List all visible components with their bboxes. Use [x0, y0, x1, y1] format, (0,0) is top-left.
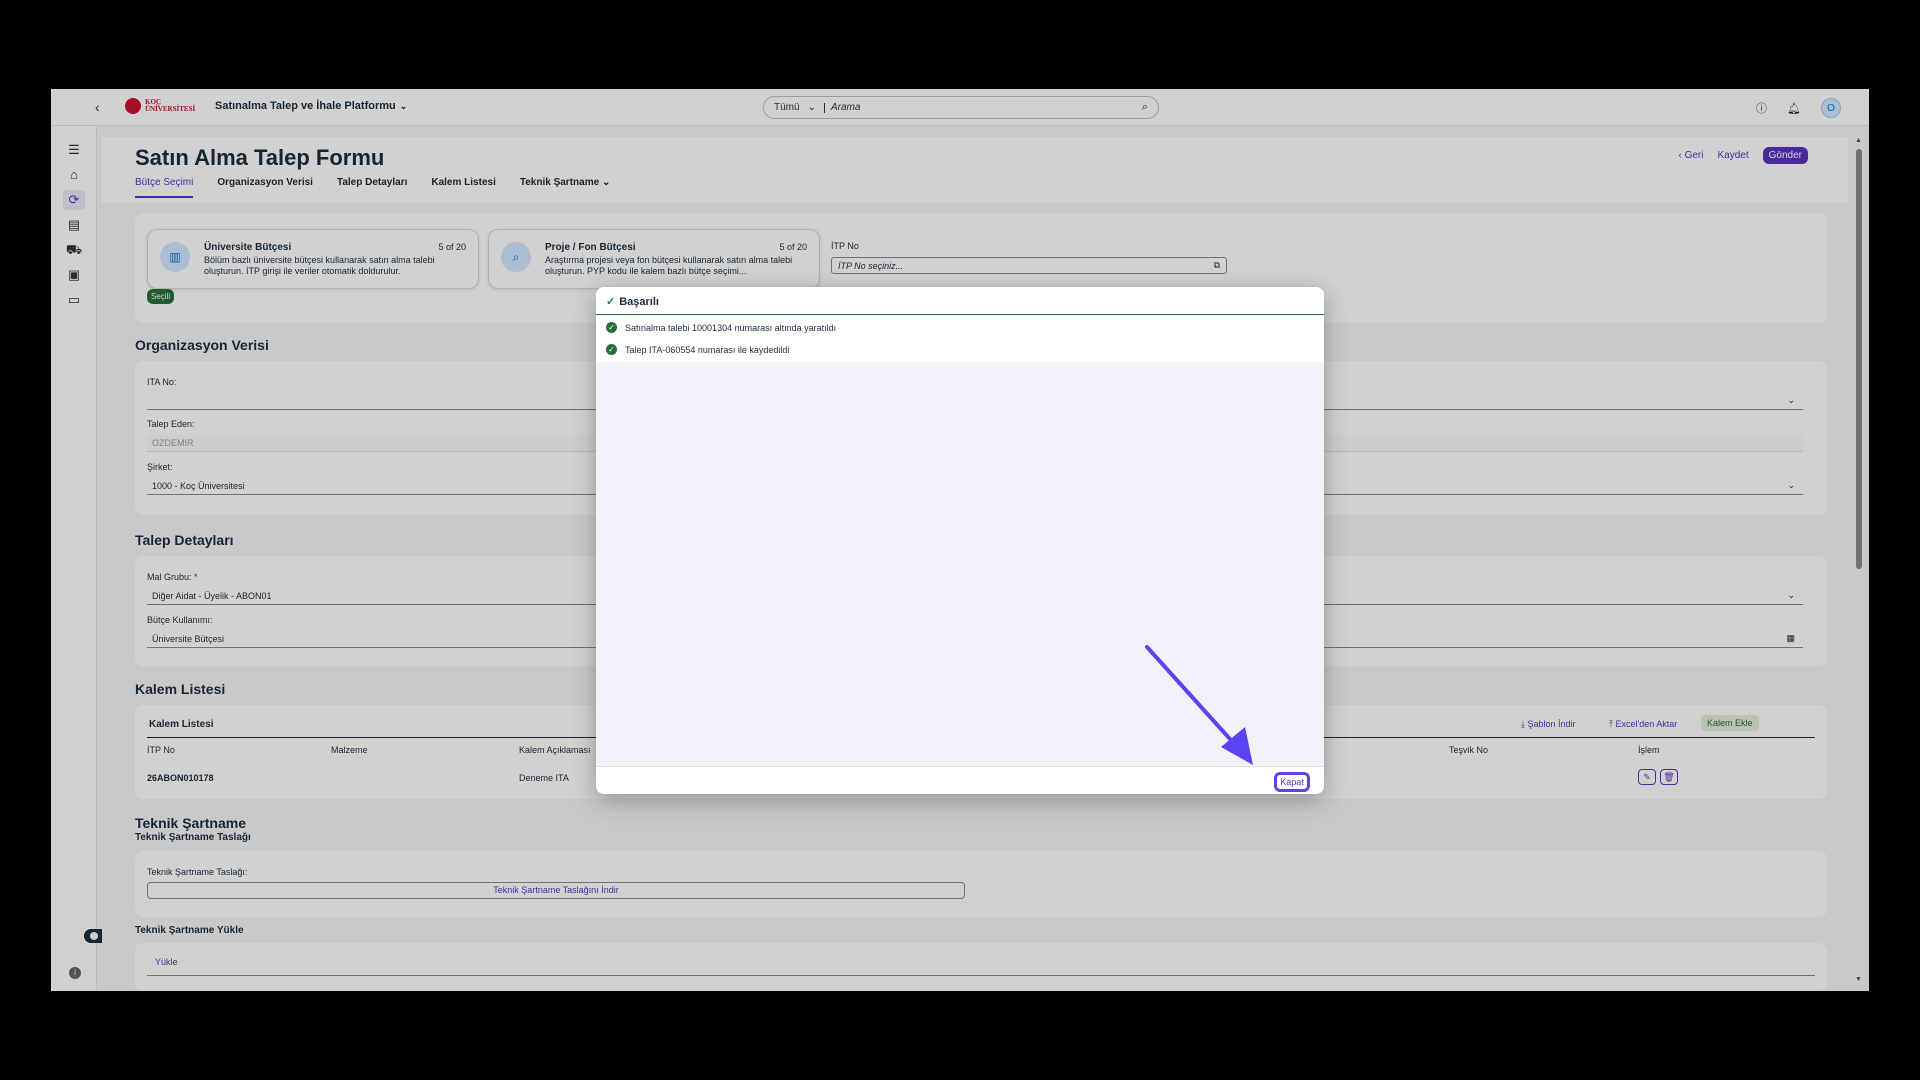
close-button[interactable]: Kapat: [1274, 772, 1310, 792]
success-icon: ✓: [606, 344, 617, 355]
browser-window: ‹ KOÇ ÜNİVERSİTESİ Satınalma Talep ve İha…: [51, 89, 1869, 991]
list-item: ✓ Talep ITA-060554 numarası ile kaydedil…: [606, 344, 789, 355]
message-list: ✓ Satınalma talebi 10001304 numarası alt…: [596, 316, 1324, 362]
checkmark-icon: ✓: [606, 296, 616, 308]
list-item: ✓ Satınalma talebi 10001304 numarası alt…: [606, 322, 836, 333]
dialog-header: ✓ Başarılı: [596, 287, 1324, 315]
annotation-arrow-icon: [1145, 645, 1253, 765]
success-icon: ✓: [606, 322, 617, 333]
dialog-title: Başarılı: [619, 296, 659, 308]
